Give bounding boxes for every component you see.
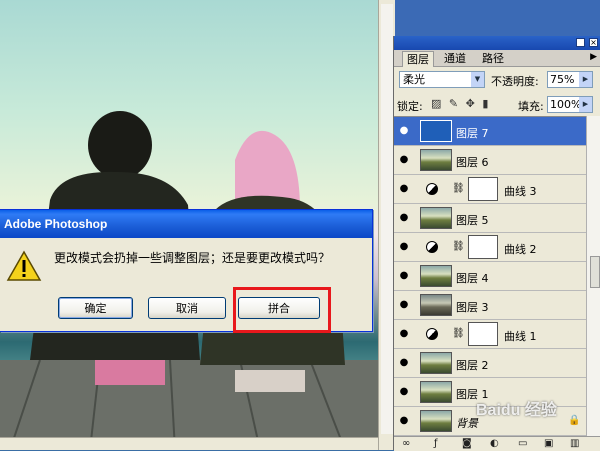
eye-icon[interactable]: ● xyxy=(396,385,412,399)
new-layer-icon[interactable]: ▣ xyxy=(544,437,553,451)
eye-icon[interactable]: ● xyxy=(396,269,412,283)
warning-icon xyxy=(6,250,42,282)
blend-mode-value: 柔光 xyxy=(403,73,425,86)
layer-style-icon[interactable]: ƒ xyxy=(434,437,438,451)
panel-titlebar[interactable]: × xyxy=(394,36,600,50)
layer-thumbnail xyxy=(420,265,452,287)
eye-icon[interactable]: ● xyxy=(396,240,412,254)
eye-icon[interactable]: ● xyxy=(396,182,412,196)
layer-mask-thumbnail xyxy=(468,235,498,259)
dialog-message: 更改模式会扔掉一些调整图层；还是要更改模式吗？ xyxy=(54,251,331,265)
opacity-label: 不透明度: xyxy=(491,75,539,88)
layer-row[interactable]: ● 图层 2 xyxy=(394,349,586,378)
layer-name: 图层 6 xyxy=(456,156,489,169)
tab-layers[interactable]: 图层 xyxy=(402,51,434,67)
layer-name: 图层 2 xyxy=(456,359,489,372)
chevron-down-icon: ▼ xyxy=(471,72,484,87)
layers-panel: × 图层 通道 路径 ▶ 柔光 ▼ 不透明度: 75% ▶ 锁定: ▨ ✎ ✥ … xyxy=(393,36,600,451)
panel-menu-icon[interactable]: ▶ xyxy=(590,52,597,62)
new-group-icon[interactable]: ▭ xyxy=(518,437,527,451)
lock-label: 锁定: xyxy=(397,100,423,113)
eye-icon[interactable]: ● xyxy=(396,298,412,312)
dialog-title: Adobe Photoshop xyxy=(0,210,372,238)
layer-name: 曲线 1 xyxy=(504,330,537,343)
canvas-horizontal-scrollbar[interactable] xyxy=(0,437,378,450)
panel-dock-area xyxy=(395,0,600,36)
flatten-highlight-box xyxy=(233,287,331,333)
panel-tabs: 图层 通道 路径 ▶ xyxy=(394,50,600,67)
eye-icon[interactable]: ● xyxy=(396,414,412,428)
scroll-grip[interactable] xyxy=(590,256,600,288)
eye-icon[interactable]: ● xyxy=(396,124,412,138)
fill-label: 填充: xyxy=(518,100,544,113)
layer-row[interactable]: ● 图层 7 xyxy=(394,117,586,146)
chevron-right-icon: ▶ xyxy=(579,97,592,112)
layer-row[interactable]: ● 图层 4 xyxy=(394,262,586,291)
fill-field[interactable]: 100% ▶ xyxy=(547,96,593,113)
layer-thumbnail xyxy=(420,410,452,432)
layer-mask-thumbnail xyxy=(468,177,498,201)
adjustment-layer-row[interactable]: ● ⛓ 曲线 3 xyxy=(394,175,586,204)
trash-icon[interactable]: ▥ xyxy=(570,437,579,451)
chevron-right-icon: ▶ xyxy=(579,72,592,87)
layer-row[interactable]: ● 图层 6 xyxy=(394,146,586,175)
layer-name: 图层 3 xyxy=(456,301,489,314)
cancel-button[interactable]: 取消 xyxy=(148,297,226,319)
layer-thumbnail xyxy=(420,294,452,316)
layer-name: 图层 5 xyxy=(456,214,489,227)
layer-name: 背景 xyxy=(456,417,478,430)
layers-toolbar: ∞ ƒ ◙ ◐ ▭ ▣ ▥ xyxy=(394,436,600,451)
layers-scrollbar[interactable] xyxy=(586,116,600,436)
eye-icon[interactable]: ● xyxy=(396,327,412,341)
adjustment-layer-row[interactable]: ● ⛓ 曲线 2 xyxy=(394,233,586,262)
link-icon: ⛓ xyxy=(452,328,465,339)
layers-list[interactable]: ● 图层 7 ● 图层 6 ● ⛓ 曲线 3 ● 图层 5 ● ⛓ 曲线 2 ●… xyxy=(394,116,586,437)
layer-thumbnail xyxy=(420,207,452,229)
opacity-value: 75% xyxy=(550,73,575,86)
scroll-track[interactable] xyxy=(381,4,393,434)
fill-value: 100% xyxy=(550,98,582,111)
layer-name: 图层 4 xyxy=(456,272,489,285)
layer-thumbnail xyxy=(420,352,452,374)
layer-thumbnail xyxy=(420,381,452,403)
watermark: Baidu 经验 xyxy=(476,402,557,419)
eye-icon[interactable]: ● xyxy=(396,356,412,370)
adjustment-icon xyxy=(426,241,438,253)
link-icon: ⛓ xyxy=(452,241,465,252)
opacity-field[interactable]: 75% ▶ xyxy=(547,71,593,88)
lock-icon: 🔒 xyxy=(568,415,581,426)
layer-row[interactable]: ● 图层 5 xyxy=(394,204,586,233)
close-icon[interactable]: × xyxy=(589,38,598,47)
layer-name: 曲线 3 xyxy=(504,185,537,198)
tab-channels[interactable]: 通道 xyxy=(440,51,470,66)
blend-mode-select[interactable]: 柔光 ▼ xyxy=(399,71,485,88)
layer-mask-thumbnail xyxy=(468,322,498,346)
adjustment-layer-icon[interactable]: ◐ xyxy=(490,437,499,451)
layer-thumbnail xyxy=(420,120,452,142)
minimize-icon[interactable] xyxy=(576,38,585,47)
lock-icons[interactable]: ▨ ✎ ✥ ▮ xyxy=(431,97,490,110)
tab-paths[interactable]: 路径 xyxy=(478,51,508,66)
link-layers-icon[interactable]: ∞ xyxy=(402,437,410,451)
eye-icon[interactable]: ● xyxy=(396,153,412,167)
layer-name: 曲线 2 xyxy=(504,243,537,256)
adjustment-icon xyxy=(426,328,438,340)
adjustment-layer-row[interactable]: ● ⛓ 曲线 1 xyxy=(394,320,586,349)
ok-button[interactable]: 确定 xyxy=(58,297,133,319)
link-icon: ⛓ xyxy=(452,183,465,194)
adjustment-icon xyxy=(426,183,438,195)
layer-row[interactable]: ● 图层 3 xyxy=(394,291,586,320)
add-mask-icon[interactable]: ◙ xyxy=(462,437,472,451)
layer-thumbnail xyxy=(420,149,452,171)
layer-name: 图层 7 xyxy=(456,127,489,140)
eye-icon[interactable]: ● xyxy=(396,211,412,225)
